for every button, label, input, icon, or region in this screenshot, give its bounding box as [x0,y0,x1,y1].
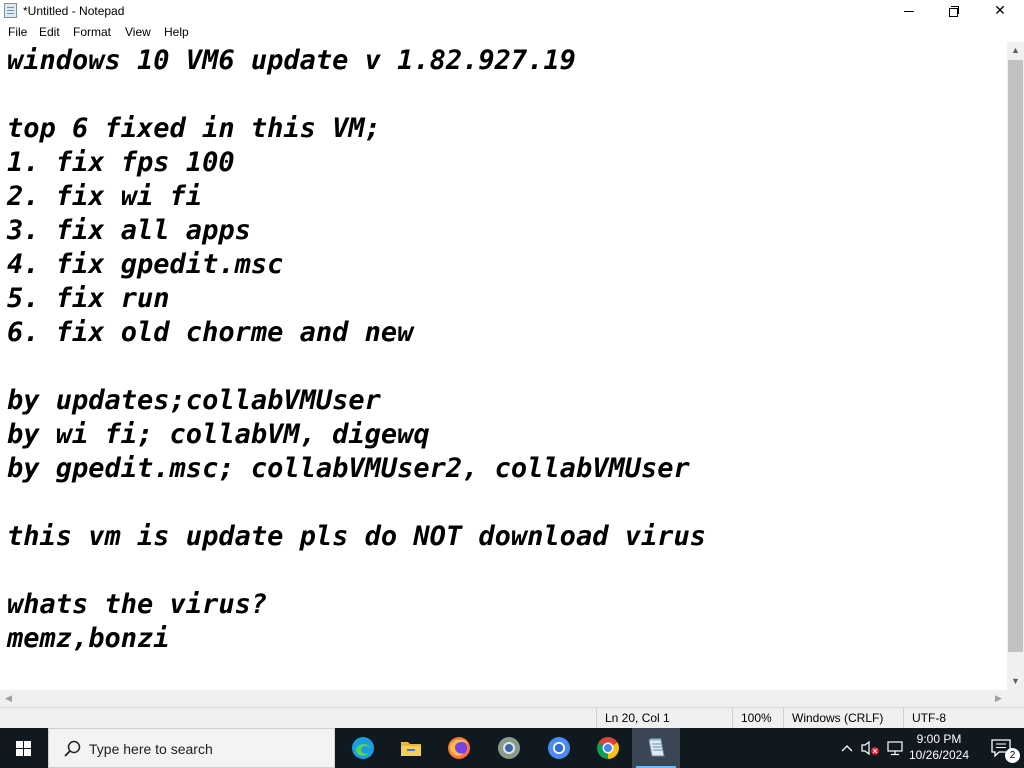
close-button[interactable]: ✕ [977,0,1023,22]
network-icon [887,741,903,756]
start-button[interactable] [0,728,48,768]
taskbar-search[interactable]: Type here to search [48,728,335,768]
menu-help[interactable]: Help [164,25,189,39]
clock-date: 10/26/2024 [908,748,970,762]
chevron-up-icon [841,745,853,752]
horizontal-scrollbar[interactable]: ◀ ▶ [0,690,1007,707]
taskbar-clock[interactable]: 9:00 PM 10/26/2024 [906,731,972,763]
restore-button[interactable] [931,0,977,22]
scroll-left-arrow-icon[interactable]: ◀ [0,690,17,707]
vertical-scroll-thumb[interactable] [1008,60,1023,652]
cursor-position: Ln 20, Col 1 [596,708,732,728]
taskbar-app-firefox[interactable] [435,728,483,768]
clock-time: 9:00 PM [916,732,962,746]
notification-count-badge: 2 [1005,748,1020,763]
menu-bar: File Edit Format View Help [0,22,1024,42]
volume-muted-icon [861,740,879,756]
taskbar-app-chrome[interactable] [584,728,632,768]
line-ending: Windows (CRLF) [783,708,903,728]
firefox-icon [448,737,470,759]
close-icon: ✕ [994,3,1006,19]
notepad-app-icon[interactable] [4,3,17,18]
search-icon [64,740,81,757]
scroll-right-arrow-icon[interactable]: ▶ [990,690,1007,707]
taskbar-app-notepad[interactable] [632,728,680,768]
taskbar-app-chromium[interactable] [535,728,583,768]
chrome-old-icon [498,737,520,759]
vertical-scrollbar[interactable]: ▲ ▼ [1007,42,1024,690]
menu-edit[interactable]: Edit [39,25,60,39]
search-placeholder: Type here to search [89,741,213,757]
edge-icon [352,737,374,759]
zoom-level: 100% [732,708,783,728]
chromium-icon [548,737,570,759]
tray-volume[interactable] [858,728,882,768]
taskbar-app-edge[interactable] [339,728,387,768]
menu-format[interactable]: Format [73,25,111,39]
chrome-icon [597,737,619,759]
encoding: UTF-8 [903,708,1024,728]
minimize-icon [904,10,914,12]
taskbar-app-file-explorer[interactable] [387,728,435,768]
tray-network[interactable] [884,728,906,768]
minimize-button[interactable] [886,0,932,22]
folder-icon [401,742,421,756]
scroll-down-arrow-icon[interactable]: ▼ [1007,673,1024,690]
scroll-up-arrow-icon[interactable]: ▲ [1007,42,1024,59]
notepad-icon [648,738,665,757]
show-hidden-icons-button[interactable] [838,728,856,768]
window-title: *Untitled - Notepad [23,4,125,18]
editor-content[interactable]: windows 10 VM6 update v 1.82.927.19 top … [7,44,706,656]
text-editor[interactable]: windows 10 VM6 update v 1.82.927.19 top … [0,42,1007,690]
taskbar-app-chrome-old[interactable] [485,728,533,768]
taskbar: Type here to search 9:00 PM 10/26/2024 2 [0,728,1024,768]
menu-view[interactable]: View [125,25,151,39]
title-bar[interactable]: *Untitled - Notepad ✕ [0,0,1024,22]
action-center-button[interactable]: 2 [978,728,1024,768]
status-bar: Ln 20, Col 1 100% Windows (CRLF) UTF-8 [0,707,1024,728]
scroll-corner [1007,690,1024,707]
menu-file[interactable]: File [8,25,27,39]
windows-logo-icon [16,741,32,756]
restore-icon [949,6,959,17]
